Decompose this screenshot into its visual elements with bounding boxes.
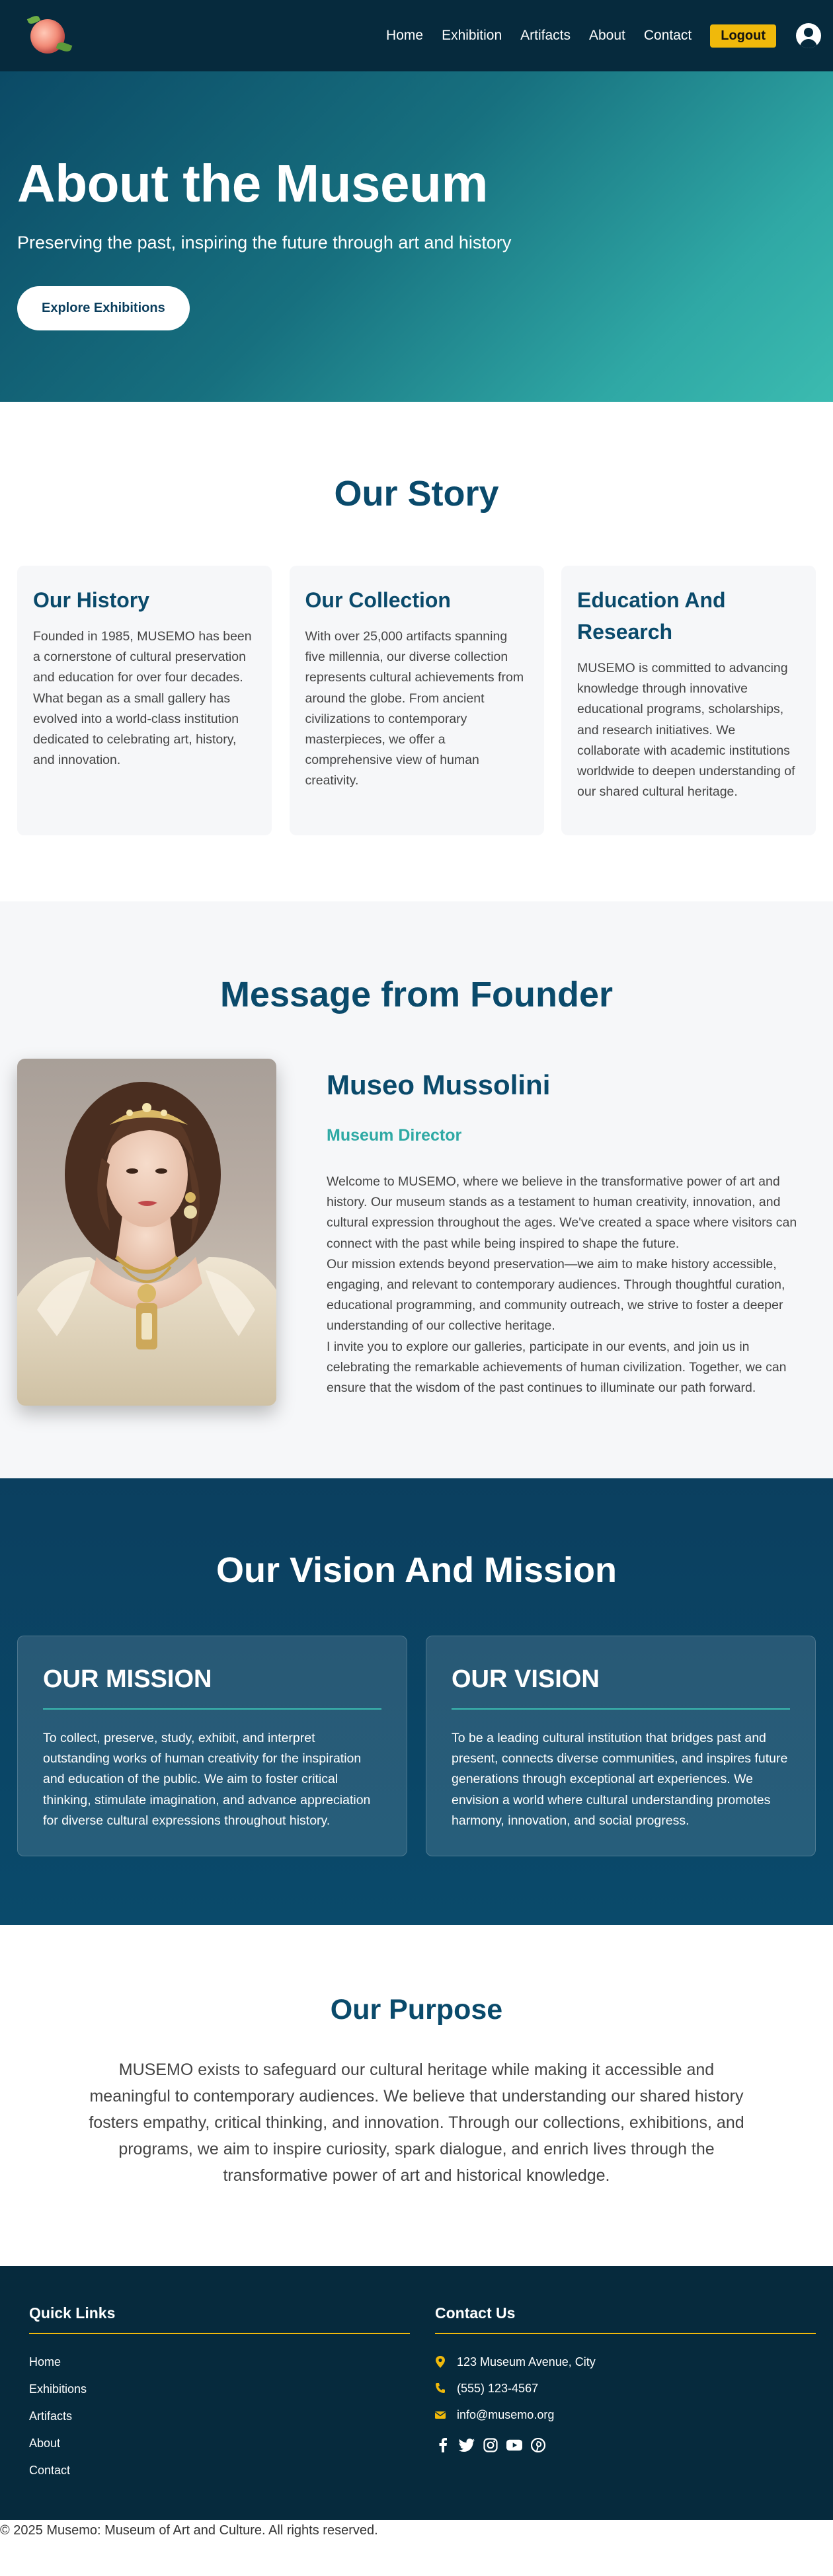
contact-list: 123 Museum Avenue, City (555) 123-4567 i… [435,2349,816,2428]
twitter-icon[interactable] [459,2437,475,2453]
footer-link-artifacts[interactable]: Artifacts [29,2403,410,2430]
our-story-section: Our Story Our History Founded in 1985, M… [0,402,833,901]
vision-card: OUR VISION To be a leading cultural inst… [426,1636,816,1856]
purpose-text: MUSEMO exists to safeguard our cultural … [89,2061,744,2185]
contact-email: info@musemo.org [435,2402,816,2428]
hero-section: About the Museum Preserving the past, in… [0,71,833,402]
map-pin-icon [436,2356,445,2368]
vision-mission-section: Our Vision And Mission OUR MISSION To co… [0,1478,833,1925]
logo-leaf-icon [56,40,73,54]
vision-section-title: Our Vision And Mission [216,1550,617,1590]
founder-paragraph: I invite you to explore our galleries, p… [327,1339,787,1395]
portrait-illustration [17,1082,276,1406]
pinterest-icon[interactable] [530,2437,546,2453]
footer-link-contact[interactable]: Contact [29,2457,410,2484]
divider [435,2333,816,2334]
hero-title: About the Museum [17,154,488,213]
footer-quick-links: Quick Links Home Exhibitions Artifacts A… [29,2304,410,2484]
copyright-text: © 2025 Musemo: Museum of Art and Culture… [0,2520,833,2552]
nav-right: Home Exhibition Artifacts About Contact … [386,23,821,48]
footer-link-exhibitions[interactable]: Exhibitions [29,2376,410,2403]
user-body-shape [800,39,817,48]
founder-portrait-image [17,1059,276,1406]
user-head-shape [804,28,813,37]
nav-link-exhibition[interactable]: Exhibition [442,28,502,43]
nav-link-artifacts[interactable]: Artifacts [520,28,571,43]
founder-role: Museum Director [327,1126,462,1145]
purpose-title: Our Purpose [330,1994,503,2026]
divider [29,2333,410,2334]
founder-row: Museo Mussolini Museum Director Welcome … [17,1059,816,1406]
story-card-education: Education And Research MUSEMO is committ… [561,566,816,835]
founder-section-title: Message from Founder [219,975,614,1014]
story-card-collection: Our Collection With over 25,000 artifact… [289,566,544,835]
footer-contact: Contact Us 123 Museum Avenue, City (555)… [435,2304,816,2484]
instagram-icon[interactable] [483,2437,498,2453]
story-card-title: Education And Research [577,588,726,644]
founder-text: Museo Mussolini Museum Director Welcome … [327,1059,816,1406]
quick-links-title: Quick Links [29,2304,116,2322]
facebook-icon[interactable] [435,2437,451,2453]
footer-columns: Quick Links Home Exhibitions Artifacts A… [29,2304,816,2484]
mission-card-text: To collect, preserve, study, exhibit, an… [43,1731,371,1828]
explore-exhibitions-button[interactable]: Explore Exhibitions [17,286,190,330]
footer-link-home[interactable]: Home [29,2349,410,2376]
phone-icon [436,2383,445,2393]
divider [43,1708,381,1710]
story-card-text: MUSEMO is committed to advancing knowled… [577,661,795,800]
envelope-icon [435,2411,446,2419]
founder-paragraph: Our mission extends beyond preservation—… [327,1256,785,1334]
vision-card-title: OUR VISION [452,1665,600,1693]
nav-links: Home Exhibition Artifacts About Contact [386,28,710,44]
vision-card-text: To be a leading cultural institution tha… [452,1731,788,1828]
story-card-title: Our History [33,588,150,612]
footer-link-about[interactable]: About [29,2430,410,2457]
contact-address: 123 Museum Avenue, City [435,2349,816,2375]
founder-name: Museo Mussolini [327,1069,551,1100]
mission-card: OUR MISSION To collect, preserve, study,… [17,1636,407,1856]
story-card-title: Our Collection [305,588,451,612]
address-text: 123 Museum Avenue, City [457,2355,596,2368]
phone-text: (555) 123-4567 [457,2382,539,2395]
contact-phone: (555) 123-4567 [435,2375,816,2402]
nav-link-about[interactable]: About [589,28,625,43]
nav-link-home[interactable]: Home [386,28,423,43]
our-story-title: Our Story [334,474,499,513]
email-text: info@musemo.org [457,2408,555,2421]
nav-link-contact[interactable]: Contact [644,28,692,43]
top-navbar: Home Exhibition Artifacts About Contact … [0,0,833,71]
story-card-history: Our History Founded in 1985, MUSEMO has … [17,566,272,835]
founder-message: Welcome to MUSEMO, where we believe in t… [327,1172,816,1398]
founder-message-section: Message from Founder Museo Mussolini Mus… [0,901,833,1478]
vision-cards: OUR MISSION To collect, preserve, study,… [17,1636,816,1856]
site-footer: Quick Links Home Exhibitions Artifacts A… [0,2266,833,2520]
story-card-text: With over 25,000 artifacts spanning five… [305,629,524,788]
mission-card-title: OUR MISSION [43,1665,212,1693]
social-links [435,2437,816,2453]
youtube-icon[interactable] [506,2437,522,2453]
our-purpose-section: Our Purpose MUSEMO exists to safeguard o… [0,1925,833,2266]
divider [452,1708,790,1710]
contact-title: Contact Us [435,2304,516,2322]
hero-subtitle: Preserving the past, inspiring the futur… [17,233,512,252]
user-profile-icon[interactable] [796,23,821,48]
museum-logo[interactable] [24,13,73,59]
story-card-text: Founded in 1985, MUSEMO has been a corne… [33,629,252,768]
quick-links-list: Home Exhibitions Artifacts About Contact [29,2349,410,2484]
story-cards: Our History Founded in 1985, MUSEMO has … [17,566,816,835]
logout-button[interactable]: Logout [710,24,776,48]
founder-paragraph: Welcome to MUSEMO, where we believe in t… [327,1174,797,1251]
